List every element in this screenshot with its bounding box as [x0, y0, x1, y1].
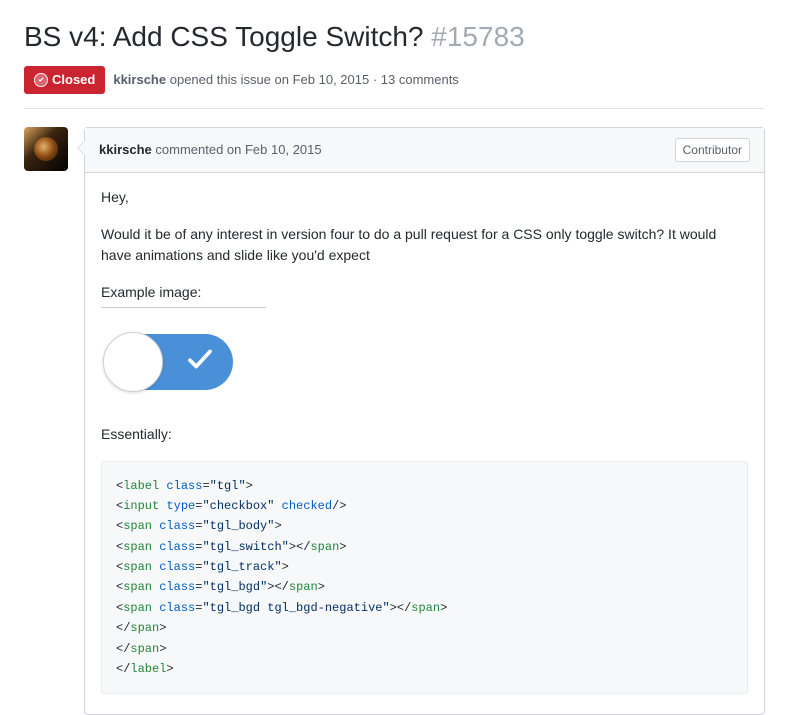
essentially-label: Essentially:	[101, 424, 748, 445]
comment-body: Hey, Would it be of any interest in vers…	[85, 173, 764, 715]
opener-link[interactable]: kkirsche	[113, 72, 166, 87]
example-image	[101, 324, 748, 424]
toggle-knob	[103, 332, 163, 392]
body-paragraph: Would it be of any interest in version f…	[101, 224, 748, 266]
toggle-switch	[105, 334, 233, 390]
check-icon	[185, 344, 215, 380]
issue-number: #15783	[431, 21, 524, 52]
state-badge-closed: Closed	[24, 66, 105, 94]
code-block: <label class="tgl"> <input type="checkbo…	[101, 461, 748, 695]
issue-title: BS v4: Add CSS Toggle Switch? #15783	[24, 16, 765, 58]
issue-meta-row: Closed kkirsche opened this issue on Feb…	[24, 66, 765, 109]
comment-action: commented on Feb 10, 2015	[155, 142, 321, 157]
comment-container: kkirsche commented on Feb 10, 2015 Contr…	[84, 127, 765, 715]
opened-suffix: opened this issue on Feb 10, 2015 · 13 c…	[170, 72, 459, 87]
comment-header: kkirsche commented on Feb 10, 2015 Contr…	[85, 128, 764, 173]
example-label: Example image:	[101, 282, 266, 308]
issue-title-text: BS v4: Add CSS Toggle Switch?	[24, 21, 424, 52]
opened-by-text: kkirsche opened this issue on Feb 10, 20…	[113, 70, 458, 90]
state-label: Closed	[52, 70, 95, 90]
closed-icon	[34, 73, 48, 87]
comment-author[interactable]: kkirsche	[99, 142, 152, 157]
avatar[interactable]	[24, 127, 68, 171]
role-badge: Contributor	[675, 138, 750, 162]
comment-header-text: kkirsche commented on Feb 10, 2015	[99, 140, 322, 160]
greeting: Hey,	[101, 187, 748, 208]
